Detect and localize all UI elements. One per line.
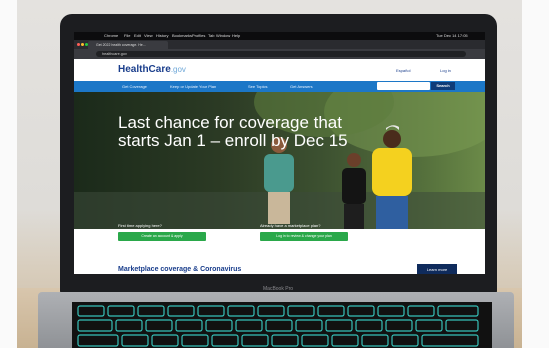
menu-history[interactable]: History [156,33,168,38]
menubar-clock: Tue Dec 14 17:05 [436,33,468,38]
browser-toolbar: healthcare.gov [74,49,485,59]
main-nav: Get Coverage Keep or Update Your Plan Se… [74,81,485,92]
menu-chrome[interactable]: Chrome [104,33,118,38]
menu-view[interactable]: View [144,33,153,38]
espanol-link[interactable]: Español [396,68,410,73]
first-time-label: First time applying here? [118,223,162,228]
search-input[interactable] [377,82,430,90]
coronavirus-section: Marketplace coverage & Coronavirus Learn… [74,260,485,274]
left-border [0,0,17,348]
backlit-keys [77,305,479,347]
keyboard [72,302,492,348]
create-account-button[interactable]: Create an account & apply [118,232,206,241]
section-title: Marketplace coverage & Coronavirus [118,266,242,273]
right-border [522,0,549,348]
menu-profiles[interactable]: Profiles [192,33,205,38]
menu-window[interactable]: Window [216,33,230,38]
existing-plan-label: Already have a marketplace plan? [260,223,321,228]
search-button[interactable]: Search [431,82,455,90]
menu-edit[interactable]: Edit [134,33,141,38]
learn-more-button[interactable]: Learn more [417,264,457,274]
small-business-link[interactable]: Looking for coverage for a small busines… [118,253,203,257]
nav-keep-update[interactable]: Keep or Update Your Plan [170,84,216,89]
address-bar[interactable]: healthcare.gov [96,51,466,57]
hero-banner: Last chance for coverage that starts Jan… [74,92,485,229]
menu-file[interactable]: File [124,33,130,38]
photo-scene: Chrome File Edit View History Bookmarks … [0,0,549,348]
close-icon[interactable] [77,43,80,46]
login-link[interactable]: Log in [440,68,451,73]
browser-tab[interactable]: Get 2022 health coverage. He... [88,41,168,49]
device-brand-label: MacBook Pro [263,286,294,292]
hero-headline: Last chance for coverage that starts Jan… [118,113,348,150]
browser-tab-bar: Get 2022 health coverage. He... [74,40,485,49]
menu-tab[interactable]: Tab [208,33,214,38]
nav-get-answers[interactable]: Get Answers [290,84,313,89]
menu-help[interactable]: Help [232,33,240,38]
login-review-button[interactable]: Log in to review & change your plan [260,232,348,241]
healthcare-logo[interactable]: HealthCare.gov [118,64,186,75]
menu-bookmarks[interactable]: Bookmarks [172,33,192,38]
minimize-icon[interactable] [81,43,84,46]
site-header: HealthCare.gov Español Log in [74,59,485,81]
nav-get-coverage[interactable]: Get Coverage [122,84,147,89]
laptop-screen: Chrome File Edit View History Bookmarks … [74,32,485,274]
nav-see-topics[interactable]: See Topics [248,84,268,89]
mac-menu-bar: Chrome File Edit View History Bookmarks … [74,32,485,40]
